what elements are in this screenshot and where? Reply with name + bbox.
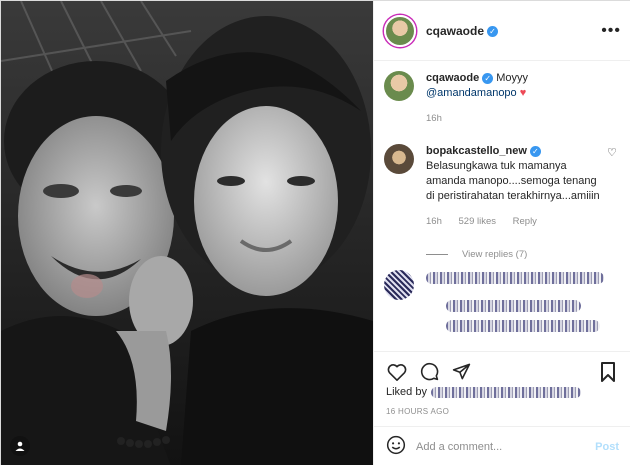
caption-text: Moyyy — [496, 72, 529, 84]
more-options-icon[interactable]: ••• — [601, 22, 621, 39]
verified-badge-icon: ✓ — [487, 25, 499, 37]
view-replies-button[interactable]: View replies (7) — [426, 249, 619, 260]
share-icon[interactable] — [450, 361, 472, 383]
replies-divider — [426, 254, 448, 255]
comment-likes[interactable]: 529 likes — [459, 216, 497, 227]
comment-icon[interactable] — [418, 361, 440, 383]
caption-mention[interactable]: @amandamanopo — [426, 87, 517, 99]
save-icon[interactable] — [597, 361, 619, 383]
comment-reply-button[interactable]: Reply — [513, 216, 537, 227]
emoji-icon[interactable] — [386, 435, 406, 458]
liked-by: Liked by — [386, 386, 619, 398]
post-timestamp[interactable]: 16 HOURS AGO — [386, 407, 449, 416]
instagram-post-modal: cqawaode ✓ ••• cqawaode ✓ Moyyy @amandaman… — [0, 0, 630, 465]
caption-meta: 16h — [426, 111, 619, 126]
view-replies-label: View replies (7) — [462, 249, 528, 260]
comment-meta: 16h 529 likes Reply — [426, 214, 607, 229]
comment-time[interactable]: 16h — [426, 216, 442, 227]
add-comment-bar: Post — [374, 426, 630, 465]
author-avatar[interactable] — [384, 14, 416, 47]
photo-illustration — [1, 1, 373, 465]
liked-by-label: Liked by — [386, 386, 427, 398]
blurred-text — [446, 320, 601, 332]
author-username[interactable]: cqawaode ✓ — [426, 24, 499, 38]
comment-input[interactable] — [416, 440, 596, 453]
comment-like-icon[interactable]: ♡ — [607, 146, 619, 159]
blurred-avatar — [384, 270, 414, 300]
commenter-username[interactable]: bopakcastello_new — [426, 145, 527, 157]
comment-item: bopakcastello_new ✓ Belasungkawa tuk mama… — [384, 144, 619, 229]
post-side-panel: cqawaode ✓ ••• cqawaode ✓ Moyyy @amandaman… — [373, 1, 630, 465]
blurred-text — [446, 300, 582, 312]
post-actions-bar — [374, 351, 630, 391]
comment-text: Belasungkawa tuk mamanya amanda manopo..… — [426, 160, 600, 202]
caption-time[interactable]: 16h — [426, 113, 442, 124]
heart-emoji: ♥ — [519, 87, 527, 99]
post-header: cqawaode ✓ ••• — [374, 1, 630, 61]
blurred-comment — [384, 270, 619, 332]
blurred-liker-names — [430, 386, 581, 398]
caption: cqawaode ✓ Moyyy @amandamanopo ♥ 16h — [384, 71, 619, 126]
tagged-user-icon[interactable] — [10, 436, 30, 456]
post-comment-button[interactable]: Post — [595, 441, 619, 453]
like-icon[interactable] — [386, 361, 408, 383]
comments-section: cqawaode ✓ Moyyy @amandamanopo ♥ 16h bopa… — [374, 61, 630, 351]
caption-avatar[interactable] — [384, 71, 414, 101]
post-photo[interactable] — [1, 1, 373, 465]
blurred-text — [426, 272, 604, 284]
verified-badge-icon: ✓ — [482, 72, 494, 84]
caption-username[interactable]: cqawaode — [426, 72, 479, 84]
commenter-avatar[interactable] — [384, 144, 414, 174]
verified-badge-icon: ✓ — [529, 145, 541, 157]
